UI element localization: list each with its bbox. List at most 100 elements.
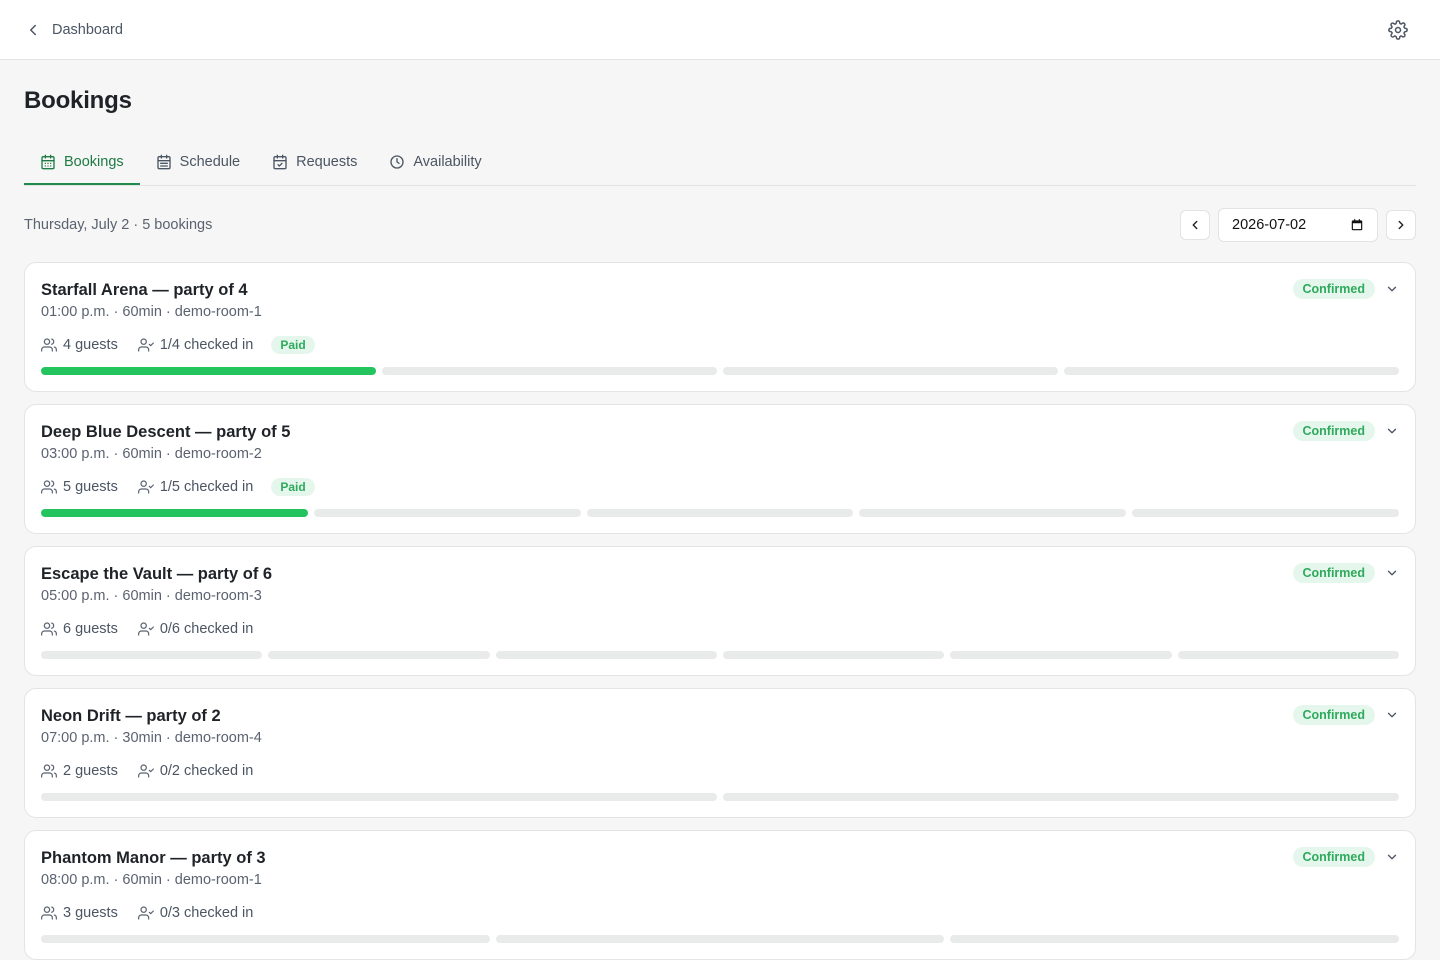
progress-segment — [950, 935, 1400, 943]
card-actions: Confirmed — [1292, 847, 1400, 867]
progress-segment — [41, 367, 376, 375]
booking-title: Phantom Manor — party of 3 — [41, 849, 266, 867]
chevron-down-icon[interactable] — [1385, 282, 1399, 296]
booking-card[interactable]: Starfall Arena — party of 4 01:00 p.m. ·… — [24, 262, 1416, 392]
gear-icon[interactable] — [1388, 19, 1408, 40]
booking-meta: 3 guests 0/3 checked in — [41, 903, 1399, 923]
checkin-count: 0/6 checked in — [137, 621, 254, 637]
booking-title: Deep Blue Descent — party of 5 — [41, 423, 291, 441]
paid-badge: Paid — [271, 336, 315, 354]
checkin-label: 0/2 checked in — [159, 763, 254, 779]
progress-segment — [723, 793, 1399, 801]
booking-meta: 2 guests 0/2 checked in — [41, 761, 1399, 781]
booking-card[interactable]: Phantom Manor — party of 3 08:00 p.m. · … — [24, 830, 1416, 960]
checkin-label: 1/5 checked in — [159, 479, 254, 495]
chevron-down-icon[interactable] — [1385, 424, 1399, 438]
progress-segment — [495, 935, 945, 943]
guest-count: 6 guests — [41, 621, 118, 637]
card-actions: Confirmed — [1292, 563, 1400, 583]
tab-label: Bookings — [64, 154, 124, 170]
date-value: 2026-07-02 — [1232, 217, 1307, 233]
status-badge: Confirmed — [1292, 421, 1375, 441]
guest-count: 3 guests — [41, 905, 118, 921]
user-check-icon — [137, 338, 154, 352]
guest-count-label: 3 guests — [63, 905, 118, 921]
status-badge: Confirmed — [1292, 563, 1375, 583]
booking-details: 07:00 p.m. · 30min · demo-room-4 — [41, 730, 262, 746]
booking-details: 03:00 p.m. · 60min · demo-room-2 — [41, 446, 262, 462]
user-check-icon — [137, 622, 154, 636]
booking-card[interactable]: Deep Blue Descent — party of 5 03:00 p.m… — [24, 404, 1416, 534]
chevron-down-icon[interactable] — [1385, 566, 1399, 580]
guest-count: 4 guests — [41, 337, 118, 353]
tab-requests[interactable]: Requests — [256, 141, 373, 185]
main-content: Bookings Bookings Schedule Requests Avai… — [0, 87, 1440, 960]
booking-title: Neon Drift — party of 2 — [41, 707, 221, 725]
date-input[interactable]: 2026-07-02 — [1218, 208, 1378, 242]
tab-label: Availability — [413, 154, 482, 170]
top-bar: Dashboard — [0, 0, 1440, 60]
progress-segment — [859, 509, 1127, 517]
booking-meta: 4 guests 1/4 checked in Paid — [41, 335, 1399, 355]
back-label: Dashboard — [52, 21, 123, 38]
user-check-icon — [137, 480, 154, 494]
checkin-count: 0/3 checked in — [137, 905, 254, 921]
chevron-down-icon[interactable] — [1385, 708, 1399, 722]
progress-segment — [313, 509, 581, 517]
calendar-check-icon — [273, 154, 287, 170]
checkin-count: 0/2 checked in — [137, 763, 254, 779]
checkin-label: 0/6 checked in — [159, 621, 254, 637]
guest-count: 2 guests — [41, 763, 118, 779]
next-day-button[interactable] — [1386, 210, 1416, 240]
users-icon — [41, 906, 57, 920]
user-check-icon — [137, 764, 154, 778]
date-controls: 2026-07-02 — [1180, 208, 1416, 242]
guest-count-label: 6 guests — [63, 621, 118, 637]
tab-availability[interactable]: Availability — [373, 141, 497, 185]
progress-segment — [382, 367, 717, 375]
checkin-progress — [41, 651, 1399, 659]
progress-segment — [41, 793, 717, 801]
calendar-icon — [41, 154, 55, 170]
progress-segment — [1064, 367, 1399, 375]
previous-day-button[interactable] — [1180, 210, 1210, 240]
status-badge: Confirmed — [1292, 705, 1375, 725]
booking-card[interactable]: Escape the Vault — party of 6 05:00 p.m.… — [24, 546, 1416, 676]
chevron-down-icon[interactable] — [1385, 850, 1399, 864]
booking-details: 05:00 p.m. · 60min · demo-room-3 — [41, 588, 262, 604]
booking-details: 08:00 p.m. · 60min · demo-room-1 — [41, 872, 262, 888]
booking-list: Starfall Arena — party of 4 01:00 p.m. ·… — [24, 262, 1416, 960]
checkin-progress — [41, 509, 1399, 517]
page-title: Bookings — [24, 87, 132, 114]
checkin-progress — [41, 793, 1399, 801]
status-badge: Confirmed — [1292, 847, 1375, 867]
checkin-progress — [41, 935, 1400, 943]
card-actions: Confirmed — [1292, 421, 1400, 441]
booking-card[interactable]: Neon Drift — party of 2 07:00 p.m. · 30m… — [24, 688, 1416, 818]
card-actions: Confirmed — [1292, 705, 1400, 725]
tab-schedule[interactable]: Schedule — [140, 141, 256, 185]
progress-segment — [950, 651, 1172, 659]
checkin-count: 1/4 checked in — [137, 337, 254, 353]
paid-badge: Paid — [271, 478, 315, 496]
booking-title: Escape the Vault — party of 6 — [41, 565, 273, 583]
progress-segment — [41, 651, 263, 659]
checkin-label: 1/4 checked in — [159, 337, 254, 353]
users-icon — [41, 764, 57, 778]
checkin-progress — [41, 367, 1399, 375]
progress-segment — [41, 935, 490, 943]
user-check-icon — [137, 906, 154, 920]
booking-meta: 5 guests 1/5 checked in Paid — [41, 477, 1399, 497]
booking-details: 01:00 p.m. · 60min · demo-room-1 — [41, 304, 262, 320]
date-summary-row: Thursday, July 2 · 5 bookings 2026-07-02 — [24, 208, 1416, 242]
tab-bar: Bookings Schedule Requests Availability — [24, 141, 1416, 186]
checkin-count: 1/5 checked in — [137, 479, 254, 495]
progress-segment — [41, 509, 308, 517]
calendar-picker-icon[interactable] — [1350, 218, 1364, 232]
checkin-label: 0/3 checked in — [159, 905, 254, 921]
back-to-dashboard-link[interactable]: Dashboard — [24, 21, 123, 39]
users-icon — [41, 338, 57, 352]
chevron-right-icon — [1398, 220, 1404, 230]
users-icon — [41, 622, 57, 636]
tab-bookings[interactable]: Bookings — [24, 141, 140, 185]
